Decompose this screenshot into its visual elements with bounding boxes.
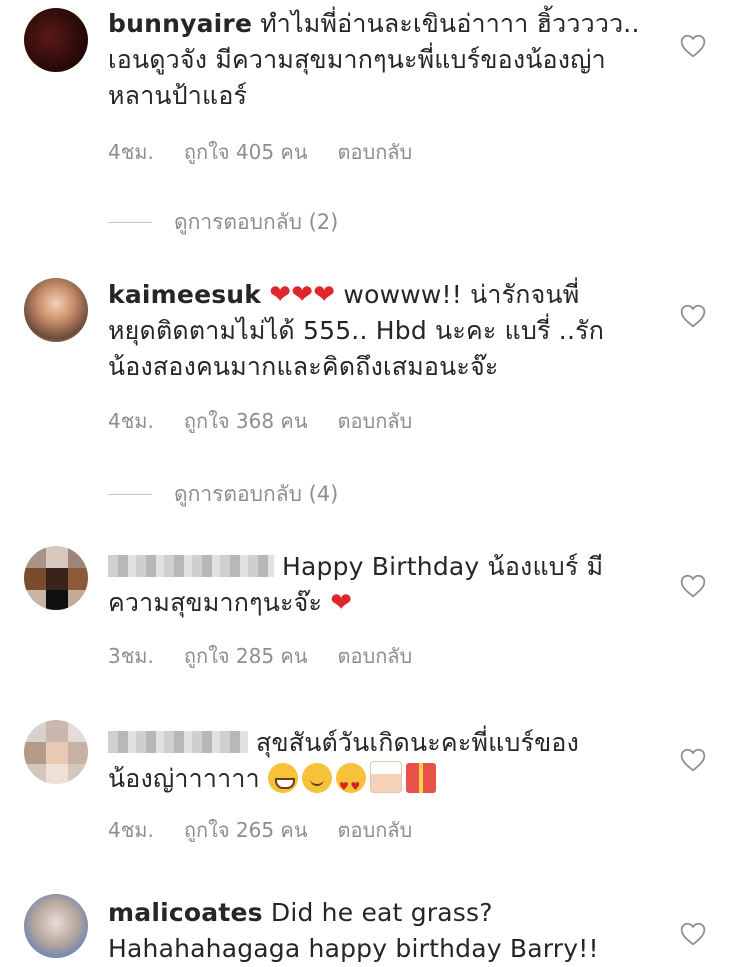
reply-button[interactable]: ตอบกลับ xyxy=(338,814,413,846)
comment-text: สุขสันต์วันเกิดนะคะพี่แบร์ของ น้องญ่าาาา… xyxy=(108,725,668,805)
heart-outline-icon[interactable] xyxy=(680,574,706,598)
comment-text-line: Did he eat grass? xyxy=(270,898,493,927)
comment-likes[interactable]: ถูกใจ 405 คน xyxy=(184,136,308,168)
comment-time: 3ชม. xyxy=(108,644,154,668)
avatar[interactable] xyxy=(24,720,88,784)
red-heart-icon: ❤❤❤ xyxy=(269,280,336,310)
comment-time: 4ชม. xyxy=(108,409,154,433)
comment-username[interactable]: kaimeesuk xyxy=(108,280,261,309)
comment-username[interactable]: malicoates xyxy=(108,898,263,927)
comment-likes[interactable]: ถูกใจ 285 คน xyxy=(184,640,308,672)
avatar[interactable] xyxy=(24,8,88,72)
heart-outline-icon[interactable] xyxy=(680,34,706,58)
comment-text-line: น้องสองคนมากและคิดถึงเสมอนะจ๊ะ xyxy=(108,352,499,381)
comment-meta: 4ชม. ถูกใจ 405 คน ตอบกลับ xyxy=(108,136,412,168)
comment-text-line: wowww!! น่ารักจนพี่ xyxy=(343,280,580,309)
view-replies-label: ดูการตอบกลับ (4) xyxy=(174,482,339,506)
comment-text-line: Happy Birthday น้องแบร์ มี xyxy=(282,552,604,581)
red-heart-icon: ❤ xyxy=(330,588,353,618)
avatar[interactable] xyxy=(24,894,88,958)
divider xyxy=(108,494,152,495)
heart-outline-icon[interactable] xyxy=(680,748,706,772)
birthday-cake-icon xyxy=(370,761,402,793)
redacted-username[interactable] xyxy=(108,731,248,753)
view-replies-label: ดูการตอบกลับ (2) xyxy=(174,210,339,234)
avatar[interactable] xyxy=(24,278,88,342)
comment-text-line: ทำไมพี่อ่านละเขินอ่าาาา ฮิ้ววววว.. xyxy=(260,9,640,38)
heart-outline-icon[interactable] xyxy=(680,922,706,946)
comment-text: Happy Birthday น้องแบร์ มี ความสุขมากๆนะ… xyxy=(108,549,668,621)
comment-meta: 4ชม. ถูกใจ 265 คน ตอบกลับ xyxy=(108,814,412,846)
comment-text-line: สุขสันต์วันเกิดนะคะพี่แบร์ของ xyxy=(256,728,580,757)
comment-text: kaimeesuk ❤❤❤ wowww!! น่ารักจนพี่ หยุดติ… xyxy=(108,277,668,385)
comment-likes[interactable]: ถูกใจ 265 คน xyxy=(184,814,308,846)
comment-text: bunnyaire ทำไมพี่อ่านละเขินอ่าาาา ฮิ้ววว… xyxy=(108,6,668,114)
reply-button[interactable]: ตอบกลับ xyxy=(338,405,413,437)
view-replies-button[interactable]: ดูการตอบกลับ (2) xyxy=(108,206,338,239)
comment-text-line: น้องญ่าาาาาา xyxy=(108,764,260,793)
comment-text-line: หยุดติดตามไม่ได้ 555.. Hbd นะคะ แบรี่ ..… xyxy=(108,316,605,345)
divider xyxy=(108,222,152,223)
comment-likes[interactable]: ถูกใจ 368 คน xyxy=(184,405,308,437)
comment-time: 4ชม. xyxy=(108,140,154,164)
avatar[interactable] xyxy=(24,546,88,610)
comment-meta: 3ชม. ถูกใจ 285 คน ตอบกลับ xyxy=(108,640,412,672)
comment-text: malicoates Did he eat grass? Hahahahagag… xyxy=(108,895,668,967)
wrapped-gift-icon xyxy=(406,763,436,793)
comment-text-line: ความสุขมากๆนะจ๊ะ xyxy=(108,588,323,617)
comment-meta: 4ชม. ถูกใจ 368 คน ตอบกลับ xyxy=(108,405,412,437)
comment-time: 4ชม. xyxy=(108,818,154,842)
smiling-face-icon xyxy=(302,763,332,793)
comment-text-line: หลานป้าแอร์ xyxy=(108,81,248,110)
heart-outline-icon[interactable] xyxy=(680,304,706,328)
comment-username[interactable]: bunnyaire xyxy=(108,9,252,38)
view-replies-button[interactable]: ดูการตอบกลับ (4) xyxy=(108,478,338,511)
reply-button[interactable]: ตอบกลับ xyxy=(338,640,413,672)
redacted-username[interactable] xyxy=(108,555,274,577)
comment-text-line: เอนดูวจัง มีความสุขมากๆนะพี่แบร์ของน้องญ… xyxy=(108,45,606,74)
heart-eyes-face-icon xyxy=(336,763,366,805)
comment-text-line: Hahahahagaga happy birthday Barry!! xyxy=(108,934,599,963)
reply-button[interactable]: ตอบกลับ xyxy=(338,136,413,168)
grinning-face-icon xyxy=(268,763,298,793)
